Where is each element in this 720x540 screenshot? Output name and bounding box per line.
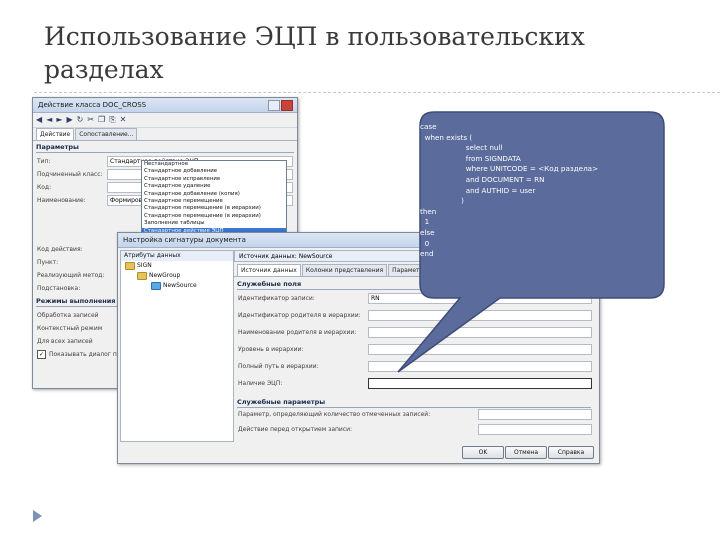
service-params-header: Служебные параметры	[237, 398, 591, 408]
dropdown-item[interactable]: Нестандартное	[142, 161, 286, 168]
first-icon[interactable]: ◀	[36, 115, 42, 125]
back-icon[interactable]: ◄	[46, 115, 52, 125]
field-label: Действие перед открытием записи:	[238, 426, 353, 433]
params-section-header: Параметры	[36, 143, 294, 153]
dropdown-item[interactable]: Стандартное удаление	[142, 183, 286, 190]
folder-icon	[151, 282, 161, 290]
field-label: Идентификатор записи:	[238, 295, 315, 302]
copy-icon[interactable]: ❐	[98, 115, 105, 125]
field-label: Наименование родителя в иерархии:	[238, 329, 357, 336]
tab-action[interactable]: Действие	[36, 128, 75, 140]
tree-item[interactable]: SIGN	[121, 261, 233, 271]
field-label: Пункт:	[37, 259, 59, 266]
delete-icon[interactable]: ✕	[120, 115, 127, 125]
action-dialog-titlebar[interactable]: Действие класса DOC_CROSS	[33, 98, 297, 113]
before-open-action-select[interactable]	[478, 424, 592, 435]
ok-button[interactable]: OK	[462, 446, 504, 459]
minimize-button[interactable]	[268, 100, 280, 111]
field-label: Наименование:	[37, 197, 86, 204]
mode-item: Обработка записей	[37, 312, 99, 319]
field-label: Код действия:	[37, 246, 83, 253]
dropdown-item[interactable]: Стандартное добавление (копия)	[142, 191, 286, 198]
field-label: Параметр, определяющий количество отмече…	[238, 411, 431, 418]
field-label: Уровень в иерархии:	[238, 346, 304, 353]
field-label: Полный путь в иерархии:	[238, 363, 319, 370]
mode-item: Контекстный режим	[37, 325, 103, 332]
tab-data-source[interactable]: Источник данных	[237, 264, 301, 276]
full-path-input[interactable]	[368, 361, 592, 372]
tree-item[interactable]: Атрибуты данных	[121, 251, 233, 261]
sql-callout-text: case when exists ( select null from SIGN…	[420, 122, 599, 259]
signature-dialog-title: Настройка сигнатуры документа	[123, 236, 246, 244]
tree-item[interactable]: NewSource	[121, 281, 233, 291]
field-label: Подстановка:	[37, 285, 81, 292]
source-properties-pane: Источник данных: NewSource Источник данн…	[234, 250, 599, 440]
parent-id-input[interactable]	[368, 310, 592, 321]
field-label: Реализующий метод:	[37, 272, 105, 279]
field-label: Подчиненный класс:	[37, 171, 103, 178]
dropdown-item[interactable]: Стандартное перемещение (в иерархии)	[142, 205, 286, 212]
action-tabs: Действие Сопоставление...	[33, 128, 297, 141]
show-dialog-checkbox[interactable]: ✓	[37, 350, 46, 359]
paste-icon[interactable]: ⎘	[109, 115, 115, 125]
tab-view-columns[interactable]: Колонки представления	[301, 264, 388, 276]
service-fields-header: Служебные поля	[237, 280, 591, 290]
field-label: Код:	[37, 184, 52, 191]
field-label: Идентификатор родителя в иерархии:	[238, 312, 361, 319]
last-icon[interactable]: ▶	[66, 115, 72, 125]
record-id-input[interactable]: RN	[368, 293, 592, 304]
tree-item[interactable]: NewGroup	[121, 271, 233, 281]
tree-item-label: SIGN	[137, 262, 152, 269]
marked-count-param-select[interactable]	[478, 409, 592, 420]
dropdown-item[interactable]: Стандартное исправление	[142, 176, 286, 183]
folder-icon	[125, 262, 135, 270]
signature-presence-input[interactable]	[368, 378, 592, 389]
refresh-icon[interactable]: ↻	[77, 115, 84, 125]
close-button[interactable]	[281, 100, 293, 111]
forward-icon[interactable]: ►	[56, 115, 62, 125]
cancel-button[interactable]: Отмена	[505, 446, 547, 459]
mode-item: Для всех записей	[37, 338, 93, 345]
inner-tab-label: Источник данных: NewSource	[239, 253, 333, 260]
tree-item-label: NewGroup	[149, 272, 181, 279]
cut-icon[interactable]: ✂	[87, 115, 94, 125]
type-dropdown-list: Нестандартное Стандартное добавление Ста…	[141, 160, 287, 237]
field-label: Наличие ЭЦП:	[238, 380, 283, 387]
bullet-arrow-icon	[33, 510, 42, 522]
dropdown-item[interactable]: Стандартное перемещение	[142, 198, 286, 205]
level-input[interactable]	[368, 344, 592, 355]
source-tree: Атрибуты данных SIGN NewGroup NewSource	[120, 250, 234, 442]
parent-name-input[interactable]	[368, 327, 592, 338]
tab-params[interactable]: Парамет...	[388, 264, 430, 276]
field-label: Тип:	[37, 158, 51, 165]
help-button[interactable]: Справка	[548, 446, 594, 459]
tree-item-label: NewSource	[163, 282, 197, 289]
tab-mapping[interactable]: Сопоставление...	[75, 128, 138, 140]
slide-title: Использование ЭЦП в пользовательских раз…	[44, 22, 585, 84]
tree-header-label: Атрибуты данных	[124, 252, 181, 259]
dropdown-item[interactable]: Стандартное перемещение (в иерархии)	[142, 213, 286, 220]
action-dialog-title: Действие класса DOC_CROSS	[38, 101, 147, 109]
title-divider	[34, 92, 720, 93]
dropdown-item[interactable]: Стандартное добавление	[142, 168, 286, 175]
folder-icon	[137, 272, 147, 280]
dropdown-item[interactable]: Заполнение таблицы	[142, 220, 286, 227]
source-tabs: Источник данных Колонки представления Па…	[234, 264, 599, 277]
action-toolbar: ◀ ◄ ► ▶ ↻ ✂ ❐ ⎘ ✕	[33, 113, 297, 128]
